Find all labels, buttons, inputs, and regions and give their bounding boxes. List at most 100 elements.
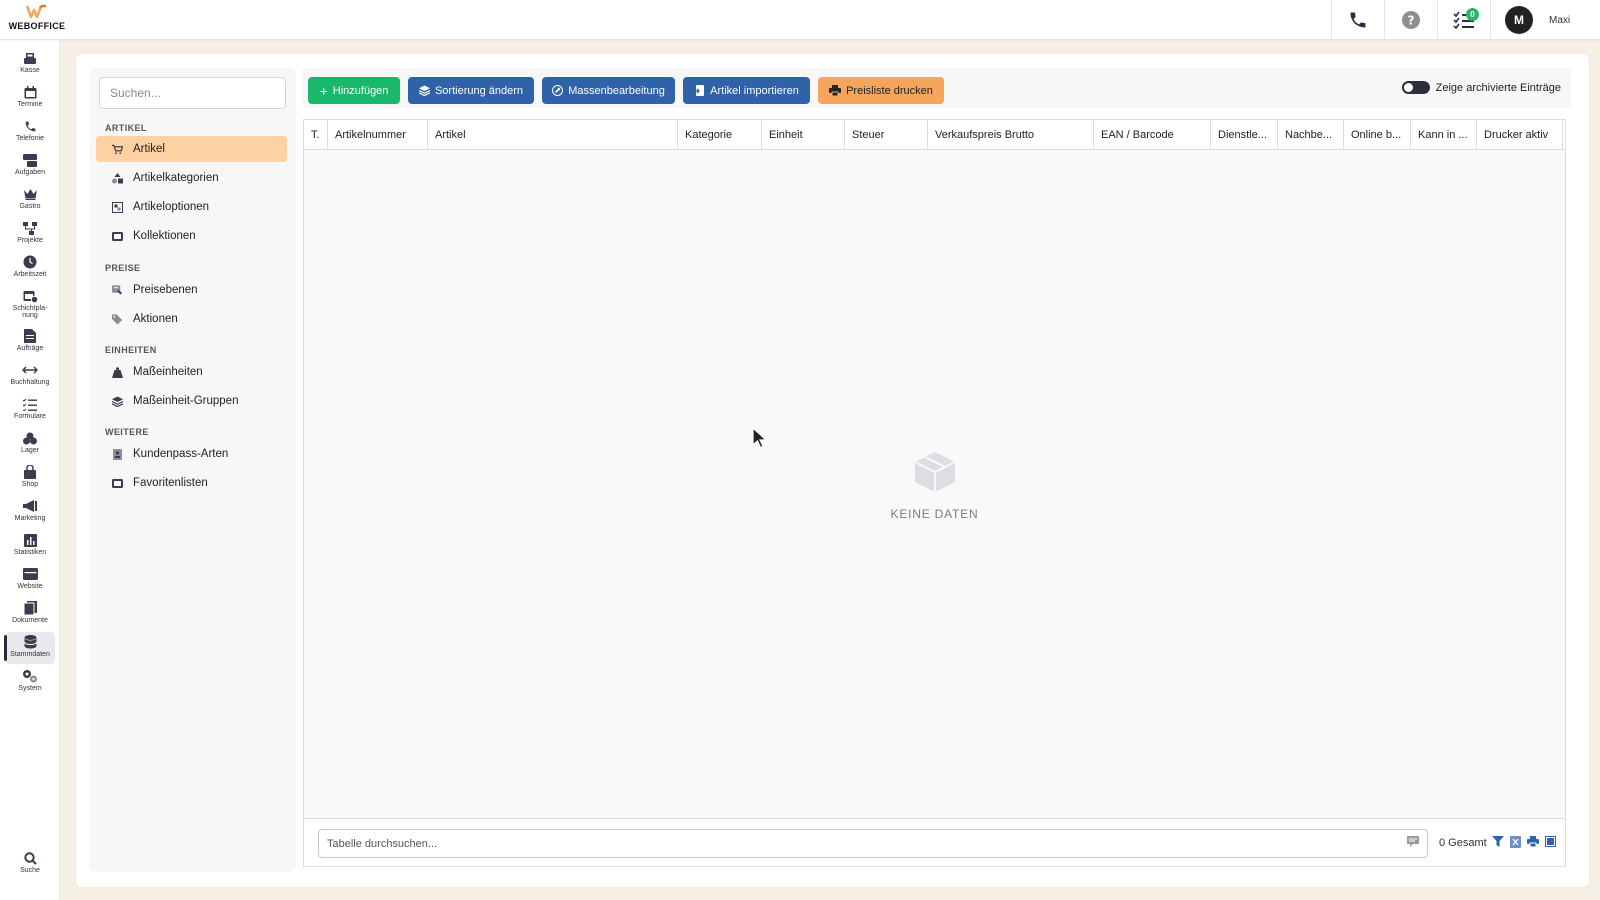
footer-actions [1492,836,1556,848]
help-icon: ? [1402,11,1420,29]
nav-item-schichtplanung[interactable]: Schichtpla- nung [5,286,55,324]
bag-icon [22,465,38,479]
nav-item-projekte[interactable]: Projekte [5,218,55,250]
column-header-steuer[interactable]: Steuer [845,120,928,150]
sidebar-item-label: Favoritenlisten [133,477,208,489]
sidebar-item-preisebenen[interactable]: Preisebenen [96,277,287,303]
nav-label-line2: nung [22,312,38,319]
nav-item-arbeitszeit[interactable]: Arbeitszeit [5,252,55,284]
weboffice-logo[interactable]: WEBOFFICE [6,4,68,36]
phone-button[interactable] [1331,0,1384,40]
chat-icon[interactable] [1407,836,1419,847]
import-articles-button[interactable]: Artikel importieren [683,77,810,104]
column-header-ean[interactable]: EAN / Barcode [1094,120,1211,150]
tags-icon [112,313,123,325]
options-icon [112,201,123,213]
import-articles-label: Artikel importieren [710,84,799,97]
print-pricelist-label: Preisliste drucken [846,84,933,97]
nav-item-formulare[interactable]: Formulare [5,394,55,426]
archived-toggle-label: Zeige archivierte Einträge [1435,81,1561,94]
nav-item-gastro[interactable]: Gastro [5,184,55,216]
columns-icon[interactable] [1545,836,1556,847]
nav-item-website[interactable]: Website [5,564,55,596]
clock-icon [22,255,38,269]
nav-label: Lager [21,447,39,454]
column-header-einheit[interactable]: Einheit [762,120,845,150]
column-header-artikel[interactable]: Artikel [428,120,678,150]
plus-icon: + [319,82,328,99]
export-excel-icon[interactable] [1510,836,1521,848]
nav-item-stammdaten[interactable]: Stammdaten [4,632,55,664]
nav-label: Termine [17,101,43,108]
help-button[interactable]: ? [1384,0,1437,40]
sidebar-item-artikeloptionen[interactable]: Artikeloptionen [96,194,287,220]
table-search-input[interactable] [318,829,1428,858]
shift-icon [22,289,38,303]
column-header-verkaufspreis[interactable]: Verkaufspreis Brutto [928,120,1094,150]
mass-edit-button[interactable]: Massenbearbeitung [542,77,675,104]
nav-label: Telefonie [15,135,45,142]
total-count: 0 Gesamt [1439,837,1487,849]
chart-icon [22,533,38,547]
nav-item-system[interactable]: System [5,666,55,698]
column-header-kann-in[interactable]: Kann in ... [1411,120,1477,150]
column-header-artikelnummer[interactable]: Artikelnummer [328,120,428,150]
sidebar-item-artikel[interactable]: Artikel [96,136,287,162]
sidebar-item-aktionen[interactable]: Aktionen [96,306,287,332]
user-menu[interactable]: M Maxi [1490,0,1600,40]
gears-icon [22,669,38,683]
avatar: M [1505,6,1533,34]
svg-text:?: ? [1408,14,1415,28]
sidebar-item-artikelkategorien[interactable]: Artikelkategorien [96,165,287,191]
archived-toggle[interactable]: Zeige archivierte Einträge [1401,81,1561,94]
print-icon[interactable] [1527,836,1539,847]
nav-item-suche[interactable]: Suche [5,848,55,880]
nav-item-dokumente[interactable]: Dokumente [5,598,55,630]
sidebar-item-label: Artikelkategorien [133,172,219,184]
mass-edit-label: Massenbearbeitung [568,84,665,97]
nav-item-marketing[interactable]: Marketing [5,496,55,528]
toggle-switch[interactable] [1401,81,1430,94]
sidebar-item-kollektionen[interactable]: Kollektionen [96,223,287,249]
stammdaten-sidebar: ARTIKEL Artikel Artikelkategorien Artike… [89,68,296,872]
change-sort-button[interactable]: Sortierung ändern [408,77,534,104]
column-header-nachbestellung[interactable]: Nachbe... [1278,120,1344,150]
section-title-weitere: WEITERE [105,427,149,437]
calendar-icon [22,85,38,99]
nav-item-telefonie[interactable]: Telefonie [5,116,55,148]
layers-icon [418,85,430,96]
nav-label: Marketing [14,515,46,522]
nav-label: Website [17,583,43,590]
add-button[interactable]: + Hinzufügen [308,77,400,104]
print-pricelist-button[interactable]: Preisliste drucken [818,77,944,104]
column-header-dienstleistung[interactable]: Dienstle... [1211,120,1278,150]
column-header-type[interactable]: T. [304,120,328,150]
sidebar-item-masseinheit-gruppen[interactable]: Maßeinheit-Gruppen [96,388,287,414]
tasks-button[interactable]: 0 [1437,0,1490,40]
sidebar-item-favoritenlisten[interactable]: Favoritenlisten [96,470,287,496]
nav-item-shop[interactable]: Shop [5,462,55,494]
nav-item-auftraege[interactable]: Aufträge [5,326,55,358]
column-header-drucker-aktiv[interactable]: Drucker aktiv [1477,120,1563,150]
nav-item-statistiken[interactable]: Statistiken [5,530,55,562]
nav-item-kasse[interactable]: Kasse [5,48,55,80]
table-footer: 0 Gesamt [303,819,1566,867]
section-title-preise: PREISE [105,263,141,273]
sidebar-search-input[interactable] [99,77,286,109]
logo-text: WEBOFFICE [8,21,66,31]
sidebar-item-masseinheiten[interactable]: Maßeinheiten [96,359,287,385]
sidebar-item-label: Maßeinheiten [133,366,203,378]
crown-icon [22,187,38,201]
column-header-kategorie[interactable]: Kategorie [678,120,762,150]
sidebar-item-kundenpass-arten[interactable]: Kundenpass-Arten [96,441,287,467]
column-header-online[interactable]: Online b... [1344,120,1411,150]
nav-label: Arbeitszeit [13,271,47,278]
nav-item-buchhaltung[interactable]: Buchhaltung [5,360,55,392]
database-icon [22,635,38,649]
phone-icon [1350,12,1366,28]
nav-item-lager[interactable]: Lager [5,428,55,460]
nav-item-aufgaben[interactable]: Aufgaben [5,150,55,182]
filter-icon[interactable] [1492,836,1504,847]
articles-table: T. Artikelnummer Artikel Kategorie Einhe… [303,119,1566,819]
nav-item-termine[interactable]: Termine [5,82,55,114]
